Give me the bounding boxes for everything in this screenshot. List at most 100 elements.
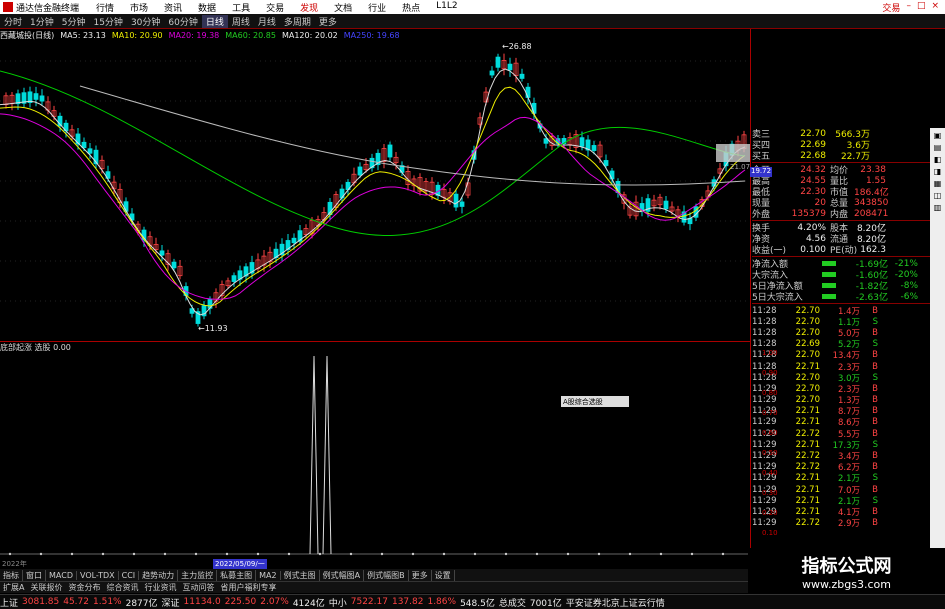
- period-tab-1min[interactable]: 1分钟: [26, 15, 58, 28]
- stat-value: 186.4亿: [854, 188, 889, 198]
- toolbar-button-6[interactable]: ◫: [934, 191, 942, 200]
- menu-item-tools[interactable]: 工具: [224, 1, 258, 14]
- candle-body: [231, 275, 237, 282]
- ma10-line: [0, 86, 746, 307]
- indicator-tab[interactable]: 窗口: [23, 569, 46, 581]
- period-tab-monthly[interactable]: 月线: [254, 15, 280, 28]
- stat-value: 4.56: [805, 233, 826, 244]
- indicator-scale-label: 0.80: [762, 389, 778, 397]
- menu-item-l1l2[interactable]: L1L2: [428, 1, 465, 14]
- app-title: 通达信金融终端: [16, 3, 80, 14]
- period-tab-5min[interactable]: 5分钟: [58, 15, 90, 28]
- tick-volume: 17.3万: [832, 440, 860, 451]
- indicator-tab[interactable]: 指标: [0, 569, 23, 581]
- tick-direction: B: [872, 417, 878, 428]
- menu-item-docs[interactable]: 文档: [326, 1, 360, 14]
- toolbar-button-4[interactable]: ◨: [934, 167, 942, 176]
- candle-body: [291, 237, 297, 244]
- minimize-icon[interactable]: –: [906, 1, 911, 14]
- toolbar-button-3[interactable]: ◧: [934, 155, 942, 164]
- ma5-value: MA5: 23.13: [60, 30, 106, 40]
- period-tab-60min[interactable]: 60分钟: [164, 15, 201, 28]
- tick-direction: S: [872, 473, 878, 484]
- period-tab-more[interactable]: 更多: [315, 15, 341, 28]
- tick-price: 22.71: [795, 361, 820, 372]
- toolbar-button-2[interactable]: ▤: [934, 143, 942, 152]
- indicator-tab[interactable]: CCI: [119, 570, 140, 580]
- tick-direction: S: [872, 439, 878, 450]
- menu-item-data[interactable]: 数据: [190, 1, 224, 14]
- extension-tab[interactable]: 互动问答: [179, 582, 217, 593]
- fund-flow-pct: -6%: [900, 291, 918, 302]
- close-icon[interactable]: ×: [931, 1, 939, 14]
- tick-direction: S: [872, 372, 878, 383]
- maximize-icon[interactable]: □: [917, 1, 926, 14]
- indicator-tab[interactable]: 例式幅图A: [320, 569, 365, 581]
- toolbar-button-1[interactable]: ▣: [934, 131, 942, 140]
- app-logo-icon: [3, 2, 13, 12]
- menu-item-discover[interactable]: 发现: [292, 1, 326, 14]
- baseline-dot: [101, 552, 105, 556]
- indicator-tab[interactable]: VOL-TDX: [77, 570, 119, 580]
- toolbar-button-5[interactable]: ▦: [934, 179, 942, 188]
- fund-flow-bar: [822, 272, 836, 277]
- tick-volume: 2.3万: [837, 362, 860, 373]
- candle-body: [507, 63, 513, 71]
- indicator-popup[interactable]: A股综合选股: [561, 396, 629, 407]
- indicator-tab[interactable]: 私募主图: [217, 569, 257, 581]
- stock-name: 西藏城投(日线): [0, 30, 55, 40]
- indicator-chart[interactable]: [0, 354, 750, 559]
- tick-direction: S: [872, 495, 878, 506]
- extension-tab[interactable]: 行业资讯: [141, 582, 179, 593]
- indicator-tab[interactable]: MA2: [256, 570, 281, 580]
- tick-price: 22.72: [795, 428, 820, 439]
- tick-volume: 1.1万: [837, 317, 860, 328]
- toolbar-button-7[interactable]: ▥: [934, 203, 942, 212]
- indicator-tab[interactable]: 设置: [432, 569, 455, 581]
- extension-tab[interactable]: 扩展A: [0, 582, 27, 593]
- fund-flow-bar: [822, 261, 836, 266]
- baseline-dot: [163, 552, 167, 556]
- indicator-tab[interactable]: 主力监控: [178, 569, 218, 581]
- period-tab-daily[interactable]: 日线: [201, 14, 228, 28]
- extension-tab[interactable]: 综合资讯: [103, 582, 141, 593]
- baseline-dot: [442, 552, 446, 556]
- candle-body: [519, 73, 525, 79]
- sz-index-change: 225.50: [224, 597, 257, 607]
- period-tab-multi[interactable]: 多周期: [280, 15, 315, 28]
- indicator-tab[interactable]: 趋势动力: [139, 569, 179, 581]
- period-tab-weekly[interactable]: 周线: [228, 15, 254, 28]
- menu-item-hot[interactable]: 热点: [394, 1, 428, 14]
- trade-button[interactable]: 交易: [882, 1, 900, 14]
- candlestick-chart[interactable]: ←26.88 ←11.93 21.07: [0, 41, 750, 341]
- indicator-tab[interactable]: 例式主图: [281, 569, 320, 581]
- tick-price: 22.70: [795, 327, 820, 338]
- extension-tab[interactable]: 关联报价: [27, 582, 65, 593]
- tick-time: 11:28: [752, 327, 777, 338]
- menu-item-news[interactable]: 资讯: [156, 1, 190, 14]
- tick-direction: B: [872, 518, 878, 529]
- indicator-tab[interactable]: MACD: [46, 570, 77, 580]
- date-axis: 2022年 2022/05/09/一: [0, 559, 750, 569]
- baseline-dot: [287, 552, 291, 556]
- period-tab-15min[interactable]: 15分钟: [89, 15, 126, 28]
- indicator-scale-label: 0.10: [762, 529, 778, 537]
- menu-item-industry[interactable]: 行业: [360, 1, 394, 14]
- indicator-tab[interactable]: 更多: [409, 569, 432, 581]
- baseline-dot: [411, 552, 415, 556]
- menu-item-trade[interactable]: 交易: [258, 1, 292, 14]
- status-bar: 上证 3081.85 45.72 1.51% 2877亿 深证 11134.0 …: [0, 594, 945, 609]
- menu-item-market[interactable]: 市场: [122, 1, 156, 14]
- extension-tab[interactable]: 资金分布: [65, 582, 103, 593]
- indicator-tab[interactable]: 例式幅图B: [364, 569, 409, 581]
- period-tab-intraday[interactable]: 分时: [0, 15, 26, 28]
- menu-item-quotes[interactable]: 行情: [88, 1, 122, 14]
- tick-price: 22.71: [795, 495, 820, 506]
- baseline-dot: [535, 552, 539, 556]
- total-value: 7001亿: [529, 598, 562, 609]
- indicator-scale-label: 0.30: [762, 489, 778, 497]
- extension-tab[interactable]: 省用户福利专享: [217, 582, 279, 593]
- candle-body: [591, 145, 597, 151]
- period-tab-30min[interactable]: 30分钟: [127, 15, 164, 28]
- ma20-line: [0, 113, 746, 300]
